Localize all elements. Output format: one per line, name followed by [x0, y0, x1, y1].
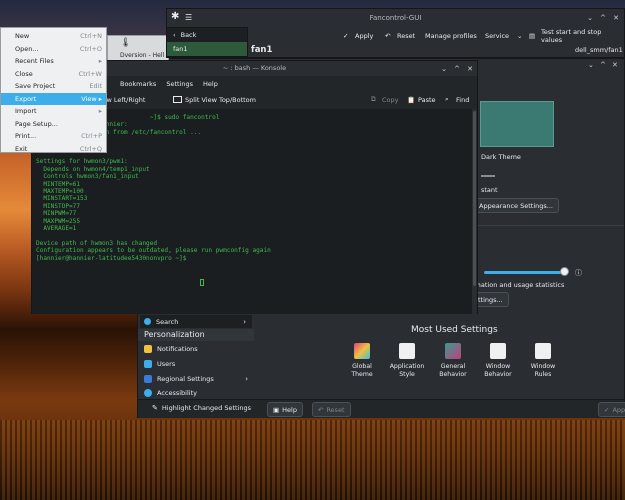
maximize-icon[interactable]: ^: [452, 64, 462, 74]
page-title: fan1: [251, 45, 273, 55]
wheat-field: [0, 420, 625, 500]
check-icon: ✓: [604, 405, 610, 414]
background-window[interactable]: 🌡 Dversion - Hell: [107, 35, 169, 63]
wbtn-max[interactable]: ^: [600, 61, 610, 71]
chevron-down-icon: ⌄: [517, 31, 523, 40]
accessibility-icon: [144, 389, 152, 397]
split-icon: [173, 96, 182, 103]
close-icon[interactable]: ✕: [611, 13, 621, 23]
menu-item-open[interactable]: Open... Ctrl+O: [1, 43, 106, 56]
navigation-popup: ‹ Back fan1: [166, 27, 248, 57]
background-window-label: Dversion - Hell: [120, 52, 165, 59]
sidebar-item-accessibility[interactable]: Accessibility: [138, 386, 254, 400]
user-icon: [144, 360, 152, 368]
palette-icon: [354, 343, 370, 359]
back-button[interactable]: ‹ Back: [167, 28, 247, 42]
window-rules-icon: [535, 343, 551, 359]
divider-line: [458, 225, 624, 226]
menu-help[interactable]: Help: [203, 80, 218, 88]
tile-application-style[interactable]: Application Style: [387, 343, 427, 378]
reset-icon: ↶: [385, 31, 391, 40]
sidebar-item-regional[interactable]: Regional Settings ›: [138, 372, 254, 386]
slider-track[interactable]: [484, 271, 566, 274]
help-icon: ▣: [273, 405, 280, 414]
sliders-icon: [445, 343, 461, 359]
appearance-settings-button[interactable]: Appearance Settings...: [473, 198, 559, 213]
copy-icon: ⧉: [371, 95, 376, 103]
file-menu: New Ctrl+N Open... Ctrl+O Recent Files ▸ Cl…: [0, 27, 107, 153]
device-label: dell_smm/fan1: [575, 46, 623, 54]
close-icon[interactable]: ✕: [465, 64, 475, 74]
nav-item-fan1[interactable]: fan1: [167, 42, 247, 56]
menu-item-print[interactable]: Print... Ctrl+P: [1, 130, 106, 143]
divider: [481, 175, 495, 177]
menu-item-save-project[interactable]: Save Project Edit: [1, 80, 106, 93]
window-icon: [490, 343, 506, 359]
dark-theme-label: Dark Theme: [481, 153, 521, 161]
personalization-header: Personalization: [138, 329, 254, 341]
usage-statistics-label: rmation and usage statistics: [472, 281, 565, 289]
sidebar-item-users[interactable]: Users: [138, 357, 254, 371]
menu-item-new[interactable]: New Ctrl+N: [1, 30, 106, 43]
tile-global-theme[interactable]: Global Theme: [342, 343, 382, 378]
service-button[interactable]: Service: [485, 32, 509, 40]
test-icon: ▤: [529, 31, 536, 40]
most-used-title: Most Used Settings: [411, 325, 498, 335]
thermometer-icon: 🌡: [120, 38, 132, 48]
search-row[interactable]: Search ›: [140, 315, 252, 328]
scrollbar-thumb[interactable]: [473, 111, 476, 286]
slider-handle[interactable]: [560, 267, 569, 276]
chevron-right-icon: ›: [245, 375, 248, 383]
fancontrol-title: Fancontrol-GUI: [369, 14, 422, 22]
chevron-right-icon: ›: [243, 317, 246, 326]
highlight-changed-settings-button[interactable]: ✎ Highlight Changed Settings: [152, 404, 251, 412]
paste-button[interactable]: Paste: [418, 96, 436, 104]
manage-profiles-button[interactable]: Manage profiles: [425, 32, 477, 40]
menu-item-page-setup[interactable]: Page Setup...: [1, 118, 106, 131]
tile-window-behavior[interactable]: Window Behavior: [478, 343, 518, 378]
menu-item-exit[interactable]: Exit Ctrl+Q: [1, 143, 106, 156]
menu-settings[interactable]: Settings: [166, 80, 193, 88]
reset-icon: ↶: [318, 405, 324, 414]
menu-item-export[interactable]: Export View ▸: [1, 92, 106, 105]
chevron-left-icon: ‹: [173, 31, 176, 39]
flag-icon: [144, 375, 152, 383]
terminal-cursor: [200, 279, 204, 286]
test-start-stop-button[interactable]: Test start and stop values: [541, 28, 624, 44]
minimize-icon[interactable]: ⌄: [439, 64, 449, 74]
apply-button[interactable]: ✓ App: [598, 402, 625, 417]
tile-general-behavior[interactable]: General Behavior: [433, 343, 473, 378]
copy-button[interactable]: Copy: [382, 96, 399, 104]
terminal-scrollbar[interactable]: [472, 109, 477, 314]
help-button[interactable]: ▣ Help: [267, 402, 303, 417]
info-icon[interactable]: ⓘ: [575, 268, 582, 278]
tile-window-rules[interactable]: Window Rules: [523, 343, 563, 378]
paste-icon: 📋: [407, 95, 416, 104]
minimize-icon[interactable]: ⌄: [585, 13, 595, 23]
highlight-icon: ✎: [152, 404, 158, 412]
reset-button[interactable]: ↶ Reset: [312, 402, 351, 417]
brush-icon: [399, 343, 415, 359]
settings-bottom-bar: ✎ Highlight Changed Settings ▣ Help ↶ Rese…: [138, 399, 625, 418]
close-icon[interactable]: ✕: [612, 61, 622, 71]
menu-item-import[interactable]: Import ▸: [1, 105, 106, 118]
reset-button[interactable]: Reset: [397, 32, 415, 40]
menu-item-close[interactable]: Close Ctrl+W: [1, 68, 106, 81]
wbtn-help[interactable]: ⌄: [588, 61, 598, 71]
check-icon: ✓: [343, 31, 349, 40]
theme-preview[interactable]: [480, 101, 554, 147]
maximize-icon[interactable]: ^: [598, 13, 608, 23]
split-top-bottom-button[interactable]: Split View Top/Bottom: [185, 96, 256, 104]
menu-bookmarks[interactable]: Bookmarks: [120, 80, 156, 88]
find-icon: ⌕: [445, 95, 449, 103]
stant-label: stant: [481, 186, 498, 194]
menu-item-recent-files[interactable]: Recent Files ▸: [1, 55, 106, 68]
bell-icon: [144, 345, 152, 353]
sidebar-item-notifications[interactable]: Notifications: [138, 342, 254, 356]
search-icon: [144, 318, 151, 325]
find-button[interactable]: Find: [456, 96, 469, 104]
apply-button[interactable]: Apply: [355, 32, 373, 40]
